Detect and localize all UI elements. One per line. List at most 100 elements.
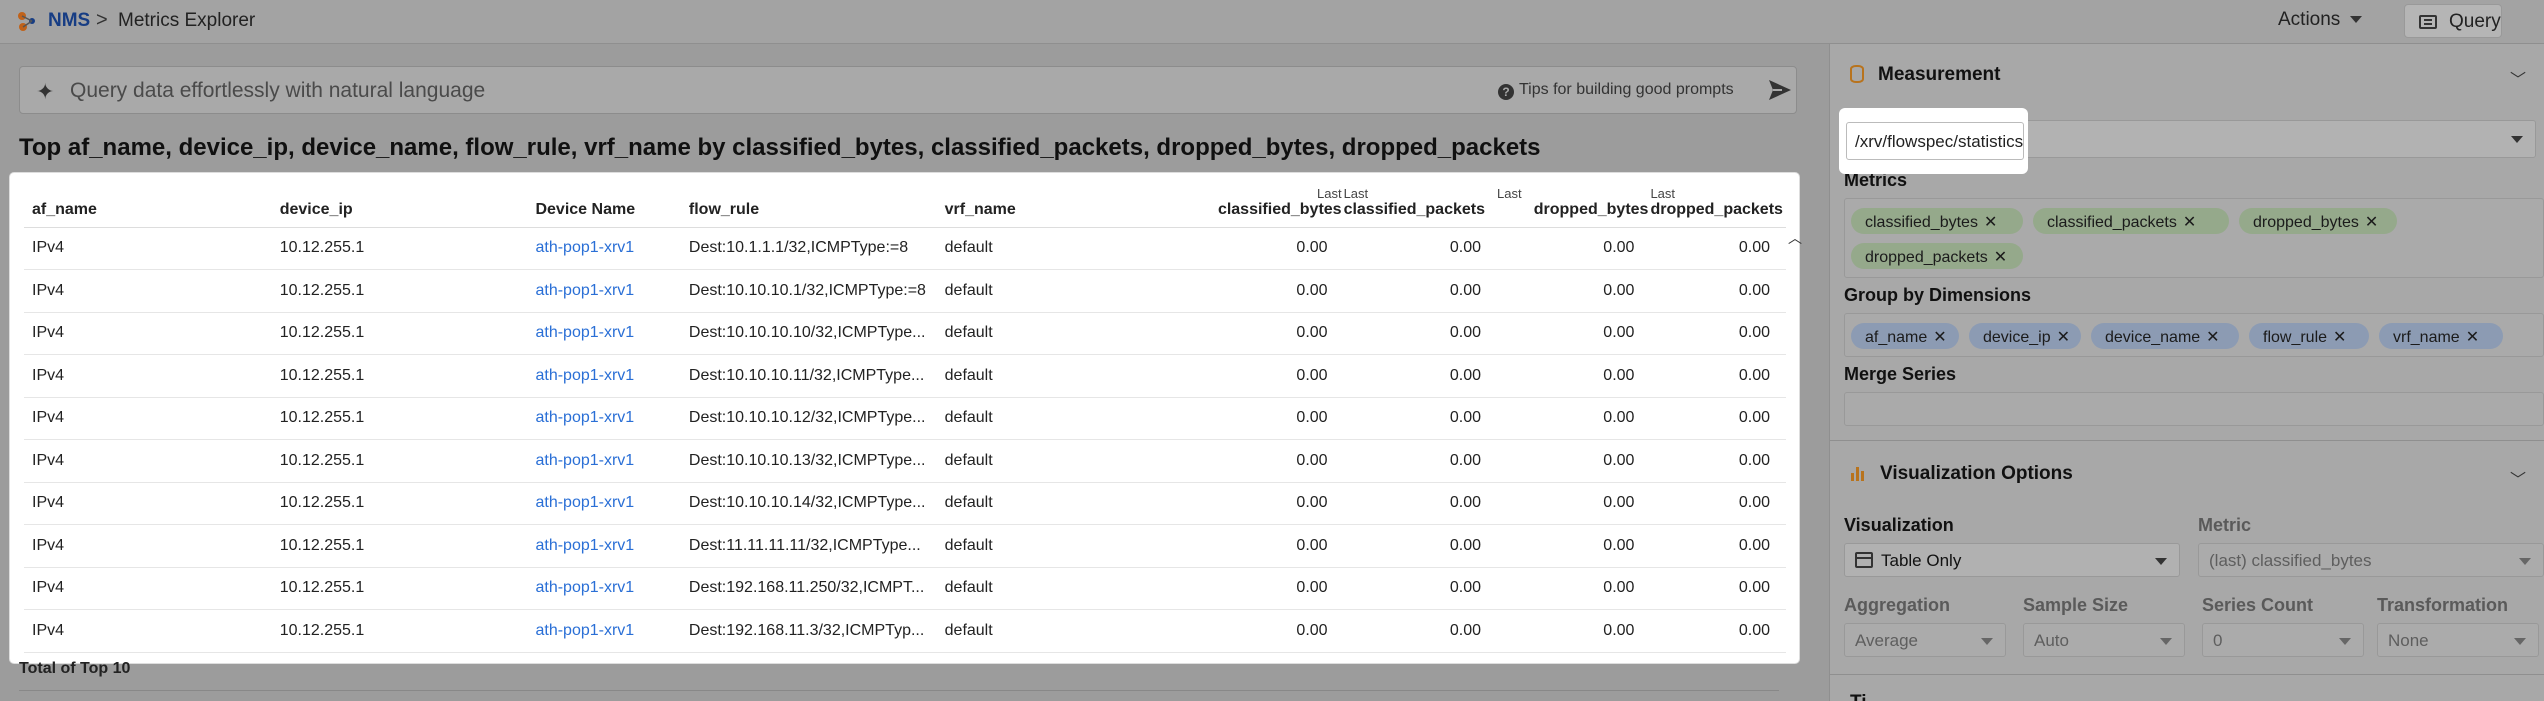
transformation-select[interactable]: None (2377, 623, 2539, 657)
measurement-section-header[interactable]: Measurement (1850, 64, 2001, 86)
actions-button[interactable]: Actions (2278, 9, 2363, 31)
metric-select[interactable]: (last) classified_bytes (2198, 543, 2544, 577)
header-classified-bytes[interactable]: Last classified_bytes (1149, 177, 1344, 228)
remove-icon[interactable]: ✕ (2183, 214, 2196, 231)
header-flow-rule[interactable]: flow_rule (688, 177, 945, 228)
table-row[interactable]: IPv4 10.12.255.1 ath-pop1-xrv1 Dest:10.10.1… (24, 482, 1786, 525)
cell-flow-rule: Dest:10.1.1.1/32,ICMPType:=8 (688, 227, 945, 270)
series-count-select[interactable]: 0 (2202, 623, 2364, 657)
metric-chip[interactable]: dropped_bytes ✕ (2239, 208, 2397, 234)
cell-device-name-link[interactable]: ath-pop1-xrv1 (535, 269, 689, 313)
cell-dropped-bytes: 0.00 (1497, 439, 1651, 483)
remove-icon[interactable]: ✕ (1984, 214, 1997, 231)
aggregation-select[interactable]: Average (1844, 623, 2006, 657)
cell-device-ip: 10.12.255.1 (279, 482, 536, 525)
cell-device-name-link[interactable]: ath-pop1-xrv1 (535, 482, 689, 525)
table-row[interactable]: IPv4 10.12.255.1 ath-pop1-xrv1 Dest:192.168… (24, 567, 1786, 610)
visualization-value: Table Only (1881, 551, 1962, 570)
bar-chart-icon (1850, 465, 1866, 481)
sample-size-select[interactable]: Auto (2023, 623, 2185, 657)
metric-chip[interactable]: classified_packets ✕ (2033, 208, 2229, 234)
table-row[interactable]: IPv4 10.12.255.1 ath-pop1-xrv1 Dest:11.11.1… (24, 524, 1786, 568)
chevron-down-icon[interactable]: ﹀ (2510, 66, 2526, 90)
header-classified-packets-label: classified_packets (1343, 200, 1485, 218)
cell-device-ip: 10.12.255.1 (279, 524, 536, 568)
send-icon[interactable] (1768, 79, 1792, 101)
dimension-chip[interactable]: vrf_name ✕ (2379, 323, 2503, 349)
metric-chip[interactable]: dropped_packets ✕ (1851, 243, 2023, 269)
table-row[interactable]: IPv4 10.12.255.1 ath-pop1-xrv1 Dest:192.168… (24, 609, 1786, 653)
divider (1830, 674, 2544, 675)
visualization-options-header[interactable]: Visualization Options (1850, 463, 2073, 485)
merge-series-input[interactable] (1844, 392, 2544, 426)
cell-device-name-link[interactable]: ath-pop1-xrv1 (535, 439, 689, 483)
cell-classified-bytes: 0.00 (1149, 269, 1344, 313)
metric-chip[interactable]: classified_bytes ✕ (1851, 208, 2023, 234)
cell-device-name-link[interactable]: ath-pop1-xrv1 (535, 227, 689, 270)
cell-device-name-link[interactable]: ath-pop1-xrv1 (535, 567, 689, 610)
page-title: Metrics Explorer (118, 10, 256, 31)
remove-icon[interactable]: ✕ (2057, 329, 2070, 346)
header-last-label: Last (1316, 185, 1342, 201)
remove-icon[interactable]: ✕ (1933, 329, 1946, 346)
natural-language-query-input[interactable]: ✦ Query data effortlessly with natural l… (19, 66, 1797, 114)
transformation-value: None (2388, 631, 2429, 650)
cell-dropped-packets: 0.00 (1650, 312, 1786, 355)
dimension-chip[interactable]: flow_rule ✕ (2249, 323, 2369, 349)
cell-device-name-link[interactable]: ath-pop1-xrv1 (535, 397, 689, 440)
cell-flow-rule: Dest:10.10.10.12/32,ICMPType... (688, 397, 945, 440)
remove-icon[interactable]: ✕ (2365, 214, 2378, 231)
table-row[interactable]: IPv4 10.12.255.1 ath-pop1-xrv1 Dest:10.10.1… (24, 439, 1786, 483)
cell-device-name-link[interactable]: ath-pop1-xrv1 (535, 354, 689, 398)
scroll-up-icon[interactable]: ︿ (1788, 228, 1802, 248)
query-title: Top af_name, device_ip, device_name, flo… (19, 134, 1541, 161)
dimension-chip[interactable]: device_name ✕ (2091, 323, 2239, 349)
visualization-select[interactable]: Table Only (1844, 543, 2180, 577)
dimension-chip-label: vrf_name (2393, 329, 2460, 346)
cell-classified-bytes: 0.00 (1149, 354, 1344, 398)
header-dropped-packets[interactable]: Last dropped_packets (1650, 177, 1786, 228)
header-device-ip[interactable]: device_ip (279, 177, 536, 228)
cell-classified-packets: 0.00 (1343, 227, 1497, 270)
cell-device-name-link[interactable]: ath-pop1-xrv1 (535, 609, 689, 653)
breadcrumb-root[interactable]: NMS (48, 10, 90, 32)
metrics-chip-box[interactable]: classified_bytes ✕ classified_packets ✕ dr… (1844, 198, 2544, 278)
cell-vrf-name: default (944, 439, 1150, 483)
cell-dropped-bytes: 0.00 (1497, 482, 1651, 525)
results-table-card: af_name device_ip Device Name flow_rule … (10, 173, 1802, 663)
cell-af-name: IPv4 (24, 397, 280, 440)
cell-vrf-name: default (944, 397, 1150, 440)
table-row[interactable]: IPv4 10.12.255.1 ath-pop1-xrv1 Dest:10.1.1.… (24, 227, 1786, 270)
header-dropped-bytes[interactable]: Last dropped_bytes (1497, 177, 1651, 228)
remove-icon[interactable]: ✕ (2206, 329, 2219, 346)
remove-icon[interactable]: ✕ (1994, 249, 2007, 266)
group-by-chip-box[interactable]: af_name ✕ device_ip ✕ device_name ✕ flow_ru… (1844, 313, 2544, 357)
remove-icon[interactable]: ✕ (2333, 329, 2346, 346)
header-vrf-name[interactable]: vrf_name (944, 177, 1150, 228)
breadcrumb-separator: > (96, 9, 108, 31)
table-row[interactable]: IPv4 10.12.255.1 ath-pop1-xrv1 Dest:10.10.1… (24, 312, 1786, 355)
table-row[interactable]: IPv4 10.12.255.1 ath-pop1-xrv1 Dest:10.10.1… (24, 269, 1786, 313)
header-classified-packets[interactable]: Last classified_packets (1343, 177, 1497, 228)
query-button[interactable]: Query (2404, 4, 2502, 38)
sparkle-icon: ✦ (36, 79, 55, 104)
table-header-row: af_name device_ip Device Name flow_rule … (24, 177, 1786, 228)
remove-icon[interactable]: ✕ (2466, 329, 2479, 346)
measurement-value-field[interactable]: /xrv/flowspec/statistics (1846, 122, 2024, 160)
next-section-header[interactable]: Ti... (1850, 692, 1882, 701)
table-row[interactable]: IPv4 10.12.255.1 ath-pop1-xrv1 Dest:10.10.1… (24, 397, 1786, 440)
cell-device-name-link[interactable]: ath-pop1-xrv1 (535, 312, 689, 355)
chevron-down-icon (2155, 558, 2167, 565)
header-device-name[interactable]: Device Name (535, 177, 689, 228)
cell-dropped-packets: 0.00 (1650, 269, 1786, 313)
cell-classified-bytes: 0.00 (1149, 567, 1344, 610)
tips-link[interactable]: ? Tips for building good prompts (1498, 81, 1734, 100)
dimension-chip[interactable]: device_ip ✕ (1969, 323, 2081, 349)
table-row[interactable]: IPv4 10.12.255.1 ath-pop1-xrv1 Dest:10.10.1… (24, 354, 1786, 398)
header-af-name[interactable]: af_name (24, 177, 280, 228)
cell-device-name-link[interactable]: ath-pop1-xrv1 (535, 524, 689, 568)
dimension-chip[interactable]: af_name ✕ (1851, 323, 1959, 349)
chevron-down-icon[interactable]: ﹀ (2510, 466, 2526, 490)
cell-classified-packets: 0.00 (1343, 354, 1497, 398)
header-last-label: Last (1497, 185, 1522, 201)
